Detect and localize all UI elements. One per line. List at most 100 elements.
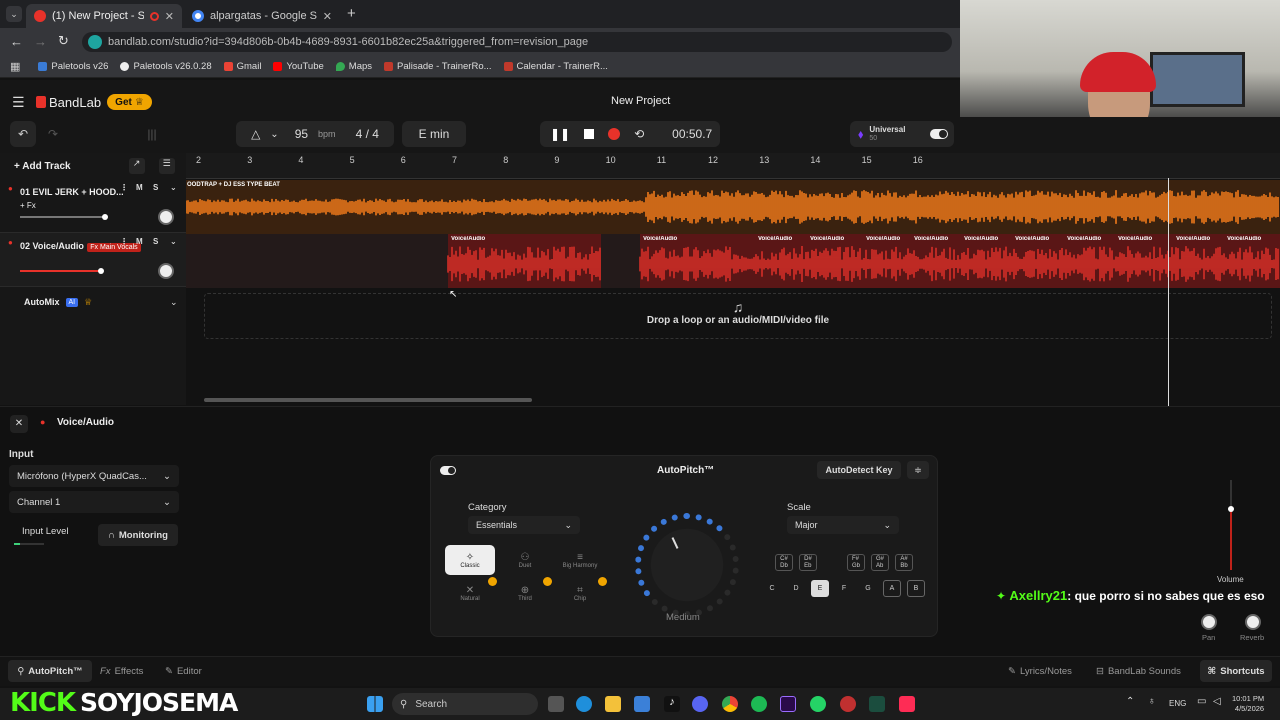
chrome-icon[interactable] (722, 696, 738, 712)
sharp-key[interactable]: G# Ab (871, 554, 889, 571)
piano-icon[interactable]: ||| (140, 121, 164, 147)
vocal-waveform[interactable] (186, 234, 1280, 288)
chevron-down-icon[interactable]: ⌄ (170, 237, 177, 246)
network-icon[interactable]: ▭ (1197, 696, 1206, 707)
volume-fader-track[interactable] (1230, 480, 1232, 570)
natural-key[interactable]: E (811, 580, 829, 597)
premiere-icon[interactable] (780, 696, 796, 712)
editor-tab[interactable]: ✎ Editor (165, 660, 202, 682)
natural-key[interactable]: C (763, 580, 781, 597)
close-panel-icon[interactable]: ✕ (10, 415, 28, 433)
bookmark-item[interactable]: Maps (335, 61, 372, 72)
tab-bandlab[interactable]: (1) New Project - Studio ✕ (26, 4, 182, 28)
mute-button[interactable]: M (136, 183, 143, 192)
sharp-key[interactable]: C# Db (775, 554, 793, 571)
bookmark-item[interactable]: YouTube (273, 61, 324, 72)
terminal-icon[interactable] (869, 696, 885, 712)
horizontal-scrollbar[interactable] (204, 398, 532, 402)
settings-sliders-icon[interactable]: ☰ (158, 158, 175, 174)
natural-key[interactable]: D (787, 580, 805, 597)
stop-icon[interactable] (584, 129, 595, 139)
windows-start-icon[interactable] (367, 696, 383, 712)
task-view-icon[interactable] (548, 696, 564, 712)
spotify-icon[interactable] (751, 696, 767, 712)
store-icon[interactable] (634, 696, 650, 712)
track-name[interactable]: Voice/Audio (33, 241, 84, 251)
new-tab-button[interactable]: + (347, 5, 356, 22)
app-icon[interactable] (840, 696, 856, 712)
mute-button[interactable]: M (136, 237, 143, 246)
bookmark-item[interactable]: Calendar - TrainerR... (503, 61, 608, 72)
track-header-02[interactable]: ● 02 Voice/Audio Fx Main Vocals ⋮ M S ⌄ (0, 233, 186, 287)
metronome-icon[interactable]: △ (251, 127, 260, 141)
bookmark-item[interactable]: Palisade - TrainerRo... (384, 61, 492, 72)
bookmark-item[interactable]: Paletools v26 (38, 61, 108, 72)
pan-knob[interactable] (158, 209, 174, 225)
autopitch-tab[interactable]: ⚲ AutoPitch™ (8, 660, 92, 682)
sharp-key[interactable]: F# Gb (847, 554, 865, 571)
language-indicator[interactable]: ENG (1169, 699, 1186, 708)
autodetect-key-button[interactable]: AutoDetect Key (817, 461, 901, 479)
pan-knob[interactable] (158, 263, 174, 279)
file-explorer-icon[interactable] (605, 696, 621, 712)
pan-knob[interactable] (1201, 614, 1217, 630)
track-menu-icon[interactable]: ⋮ (120, 237, 128, 246)
solo-button[interactable]: S (153, 183, 158, 192)
volume-icon[interactable]: ◁ (1213, 696, 1221, 707)
volume-fader-handle[interactable] (1228, 506, 1234, 512)
preset-big-harmony[interactable]: ≡ Big Harmony (555, 545, 605, 575)
bandlab-logo[interactable]: BandLab (49, 95, 101, 110)
tempo-value[interactable]: 95 (295, 127, 308, 141)
timeline-ruler[interactable]: 2 3 4 5 6 7 8 9 10 11 12 13 14 15 16 (186, 153, 1280, 179)
close-tab-icon[interactable]: ✕ (165, 10, 174, 23)
preset-classic[interactable]: ✧ Classic (445, 545, 495, 575)
monitoring-button[interactable]: ∩ Monitoring (98, 524, 178, 546)
volume-slider[interactable] (20, 214, 108, 220)
solo-button[interactable]: S (153, 237, 158, 246)
loop-icon[interactable]: ⟲ (634, 127, 644, 141)
playhead[interactable] (1168, 178, 1169, 406)
input-device-select[interactable]: Micrófono (HyperX QuadCas... ⌄ (9, 465, 179, 487)
universal-toggle[interactable] (930, 129, 948, 139)
sharp-key[interactable]: A# Bb (895, 554, 913, 571)
tray-chevron-icon[interactable]: ⌃ (1126, 696, 1134, 707)
site-info-icon[interactable] (88, 35, 102, 49)
get-button[interactable]: Get ♕ (107, 94, 152, 110)
taskbar-search[interactable]: ⚲ Search (392, 693, 538, 715)
channel-select[interactable]: Channel 1 ⌄ (9, 491, 179, 513)
natural-key[interactable]: B (907, 580, 925, 597)
autopitch-power-toggle[interactable] (440, 466, 456, 475)
autopitch-settings-icon[interactable]: ≑ (907, 461, 929, 479)
tab-google[interactable]: alpargatas - Google Search ✕ (184, 4, 340, 28)
mic-tray-icon[interactable]: ♁ (1148, 696, 1156, 707)
undo-icon[interactable]: ↶ (10, 121, 36, 147)
clock[interactable]: 10:01 PM 4/5/2026 (1232, 694, 1264, 714)
whatsapp-icon[interactable] (810, 696, 826, 712)
chevron-down-icon[interactable]: ⌄ (170, 183, 177, 192)
sharp-key[interactable]: D# Eb (799, 554, 817, 571)
edge-icon[interactable] (576, 696, 592, 712)
scale-select[interactable]: Major ⌄ (787, 516, 899, 534)
key-button[interactable]: E min (402, 121, 466, 147)
chevron-down-icon[interactable]: ⌄ (170, 297, 178, 308)
reload-icon[interactable]: ↻ (58, 33, 69, 49)
time-signature[interactable]: 4 / 4 (356, 127, 379, 141)
lyrics-notes-button[interactable]: ✎ Lyrics/Notes (1008, 660, 1072, 682)
correction-speed-knob[interactable] (635, 513, 739, 617)
address-bar[interactable]: bandlab.com/studio?id=394d806b-0b4b-4689… (82, 32, 952, 52)
chevron-down-icon[interactable]: ⌄ (270, 129, 278, 140)
tab-list-button[interactable]: ⌄ (6, 6, 22, 22)
track-menu-icon[interactable]: ⋮ (120, 183, 128, 192)
forward-icon[interactable]: → (34, 34, 47, 49)
pause-icon[interactable]: ❚❚ (550, 127, 570, 141)
bookmark-item[interactable]: Paletools v26.0.28 (120, 61, 212, 72)
shortcuts-button[interactable]: ⌘ Shortcuts (1200, 660, 1272, 682)
category-select[interactable]: Essentials ⌄ (468, 516, 580, 534)
beat-waveform[interactable] (186, 180, 1280, 234)
record-icon[interactable] (608, 128, 621, 140)
reverb-knob[interactable] (1245, 614, 1261, 630)
project-title[interactable]: New Project (611, 95, 670, 107)
natural-key[interactable]: G (859, 580, 877, 597)
track-fx-badge[interactable]: Fx Main Vocals (87, 243, 141, 252)
close-tab-icon[interactable]: ✕ (323, 10, 332, 23)
